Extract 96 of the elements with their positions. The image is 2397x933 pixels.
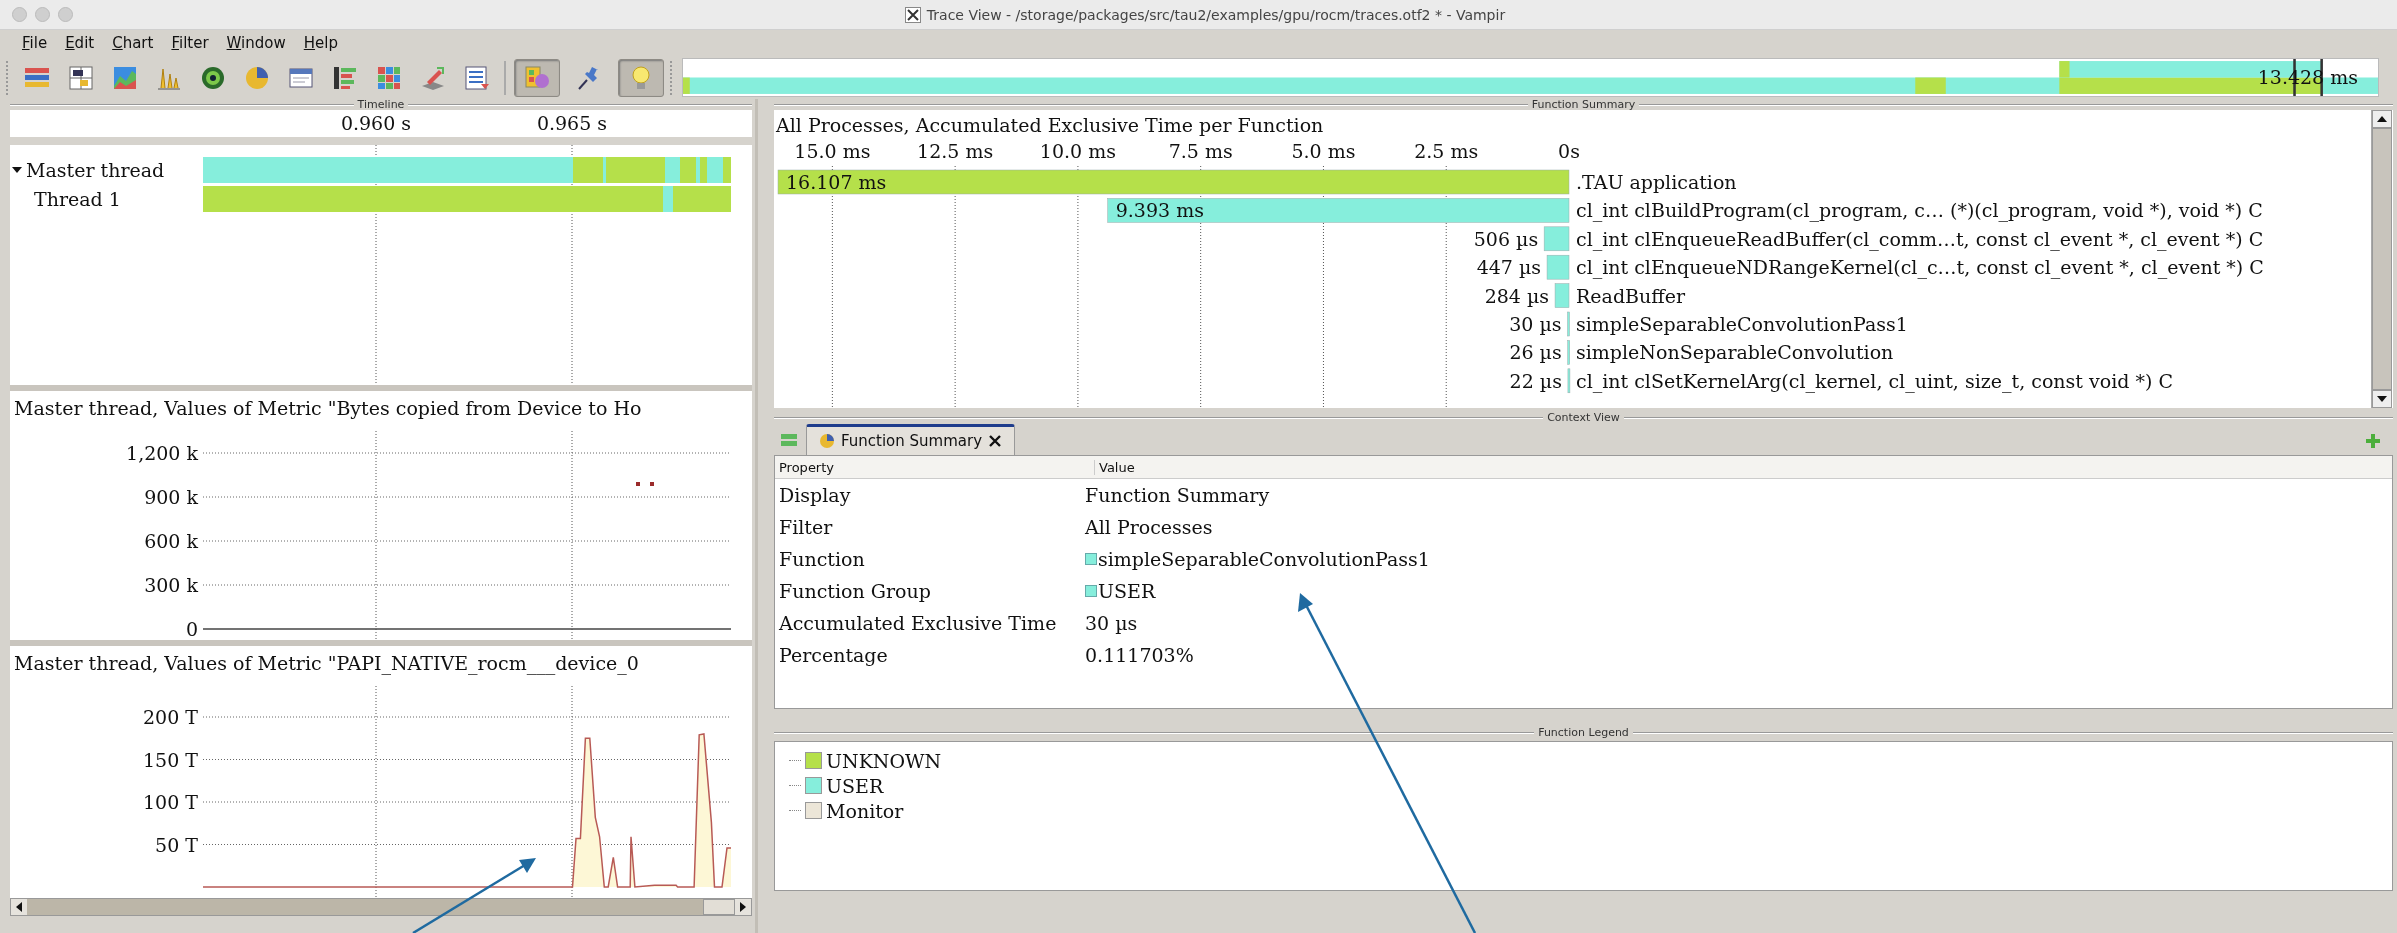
property-name: Function Group <box>778 580 932 602</box>
axis-tick-label: 5.0 ms <box>1291 140 1356 162</box>
chart-title: Master thread, Values of Metric "Bytes copied from Device to Ho <box>14 397 642 419</box>
function-label: simpleNonSeparableConvolution <box>1576 341 1894 364</box>
property-value: 30 µs <box>1085 612 1138 634</box>
panel-title: Timeline <box>357 99 405 110</box>
axis-tick-label: 50 T <box>155 833 198 856</box>
vertical-scrollbar[interactable] <box>2371 110 2392 408</box>
function-label: cl_int clBuildProgram(cl_program, c… (*)(cl_program, void *), void *) C <box>1576 199 2263 222</box>
menu-item[interactable]: Help <box>303 34 338 52</box>
time-tick-label: 0.960 s <box>340 112 412 134</box>
axis-tick-label: 10.0 ms <box>1039 140 1116 162</box>
panel-title: Function Legend <box>1538 727 1629 738</box>
function-label: cl_int clSetKernelArg(cl_kernel, cl_uint, size_t, const void *) C <box>1576 369 2173 392</box>
value-label: 16.107 ms <box>786 171 887 193</box>
axis-tick-label: 0 <box>185 618 198 640</box>
up-arrow-icon <box>2377 115 2387 123</box>
axis-tick-label: 15.0 ms <box>794 140 871 162</box>
scrollbar-thumb[interactable] <box>703 899 735 915</box>
scroll-up-button[interactable] <box>2372 110 2392 128</box>
value-label: 9.393 ms <box>1115 199 1204 222</box>
function-label: cl_int clEnqueueReadBuffer(cl_comm…t, const cl_event *, cl_event *) C <box>1576 227 2264 250</box>
axis-tick-label: 150 T <box>143 748 198 771</box>
data-points-drawing <box>636 482 654 486</box>
axis-tick-label: 1,200 k <box>126 442 198 464</box>
axis-tick-label: 100 T <box>143 791 198 813</box>
property-name: Display <box>778 484 852 506</box>
toggle-button[interactable] <box>514 58 560 97</box>
legend-label[interactable]: Monitor <box>826 799 904 822</box>
grid-chart-icon <box>67 63 95 92</box>
menu-item[interactable]: Filter <box>171 34 209 52</box>
property-value: Function Summary <box>1085 484 1270 506</box>
tab-label[interactable]: Function Summary <box>841 432 983 450</box>
function-label: simpleSeparableConvolutionPass1 <box>1576 313 1908 335</box>
axis-tick-label: 900 k <box>144 486 198 508</box>
time-tick-label: 0.965 s <box>536 112 608 134</box>
function-label: ReadBuffer <box>1576 284 1686 307</box>
context-tab[interactable]: Function Summary <box>806 424 1016 455</box>
property-name: Accumulated Exclusive Time <box>778 612 1058 634</box>
chart-title: Master thread, Values of Metric "PAPI_NATIVE_rocm___device_0 <box>14 652 639 674</box>
column-header: Property <box>775 459 1095 475</box>
function-label: cl_int clEnqueueNDRangeKernel(cl_c…t, const cl_event *, cl_event *) C <box>1576 256 2264 279</box>
legend-label[interactable]: USER <box>826 774 884 797</box>
property-value: All Processes <box>1085 516 1213 538</box>
down-arrow-icon <box>2377 395 2387 403</box>
panel-title: Context View <box>1547 412 1620 423</box>
thread-label[interactable]: Master thread <box>26 158 165 181</box>
axis-tick-label: 7.5 ms <box>1168 140 1233 162</box>
axis-tick-label: 2.5 ms <box>1414 140 1479 162</box>
list-icon[interactable] <box>780 431 798 449</box>
window-control-button[interactable] <box>35 7 50 22</box>
value-label: 284 µs <box>1484 284 1550 307</box>
function-label: .TAU application <box>1576 171 1737 193</box>
value-label: 22 µs <box>1509 369 1562 392</box>
window-control-button[interactable] <box>58 7 73 22</box>
pie-chart-icon <box>819 433 835 449</box>
menu-item[interactable]: Window <box>226 34 286 52</box>
left-arrow-icon <box>15 902 23 912</box>
x-logo-icon <box>904 6 921 23</box>
collapse-arrow-icon[interactable] <box>12 164 22 175</box>
panel-title: Function Summary <box>1531 99 1636 110</box>
value-label: 447 µs <box>1476 256 1542 279</box>
right-arrow-icon <box>739 902 747 912</box>
legend-label[interactable]: UNKNOWN <box>826 749 942 772</box>
scroll-left-button[interactable] <box>11 899 27 915</box>
menu-item[interactable]: Edit <box>65 34 95 52</box>
property-value: USER <box>1098 580 1156 602</box>
property-value: 0.111703% <box>1085 644 1194 666</box>
horizontal-scrollbar[interactable] <box>10 898 752 916</box>
menu-item[interactable]: File <box>22 34 48 52</box>
window-title: Trace View - /storage/packages/src/tau2/examples/gpu/rocm/traces.otf2 * - Vampir <box>926 6 1506 23</box>
toggle-button[interactable] <box>618 58 664 97</box>
axis-tick-label: 0s <box>1558 140 1580 162</box>
window-control-button[interactable] <box>12 7 27 22</box>
scroll-right-button[interactable] <box>735 899 751 915</box>
axis-tick-label: 200 T <box>143 706 198 728</box>
property-name: Percentage <box>778 644 889 666</box>
axis-tick-label: 600 k <box>144 530 198 552</box>
scrollbar-thumb[interactable] <box>2372 128 2392 390</box>
list-arrow-icon <box>463 63 491 92</box>
value-label: 506 µs <box>1473 227 1539 250</box>
bar[interactable] <box>1107 198 1570 223</box>
thread-label[interactable]: Thread 1 <box>34 187 121 210</box>
property-name: Filter <box>778 516 834 538</box>
value-label: 30 µs <box>1509 313 1562 335</box>
add-icon[interactable] <box>2365 433 2381 449</box>
axis-tick-label: 12.5 ms <box>917 140 994 162</box>
axis-tick-label: 300 k <box>144 574 198 596</box>
scroll-down-button[interactable] <box>2372 390 2392 408</box>
column-header: Value <box>1098 459 1135 475</box>
chart-title: All Processes, Accumulated Exclusive Time per Function <box>776 114 1324 136</box>
value-label: 26 µs <box>1509 341 1562 364</box>
property-name: Function <box>778 548 866 570</box>
menu-item[interactable]: Chart <box>112 34 154 52</box>
property-value: simpleSeparableConvolutionPass1 <box>1098 548 1430 570</box>
close-icon[interactable] <box>988 434 1003 448</box>
